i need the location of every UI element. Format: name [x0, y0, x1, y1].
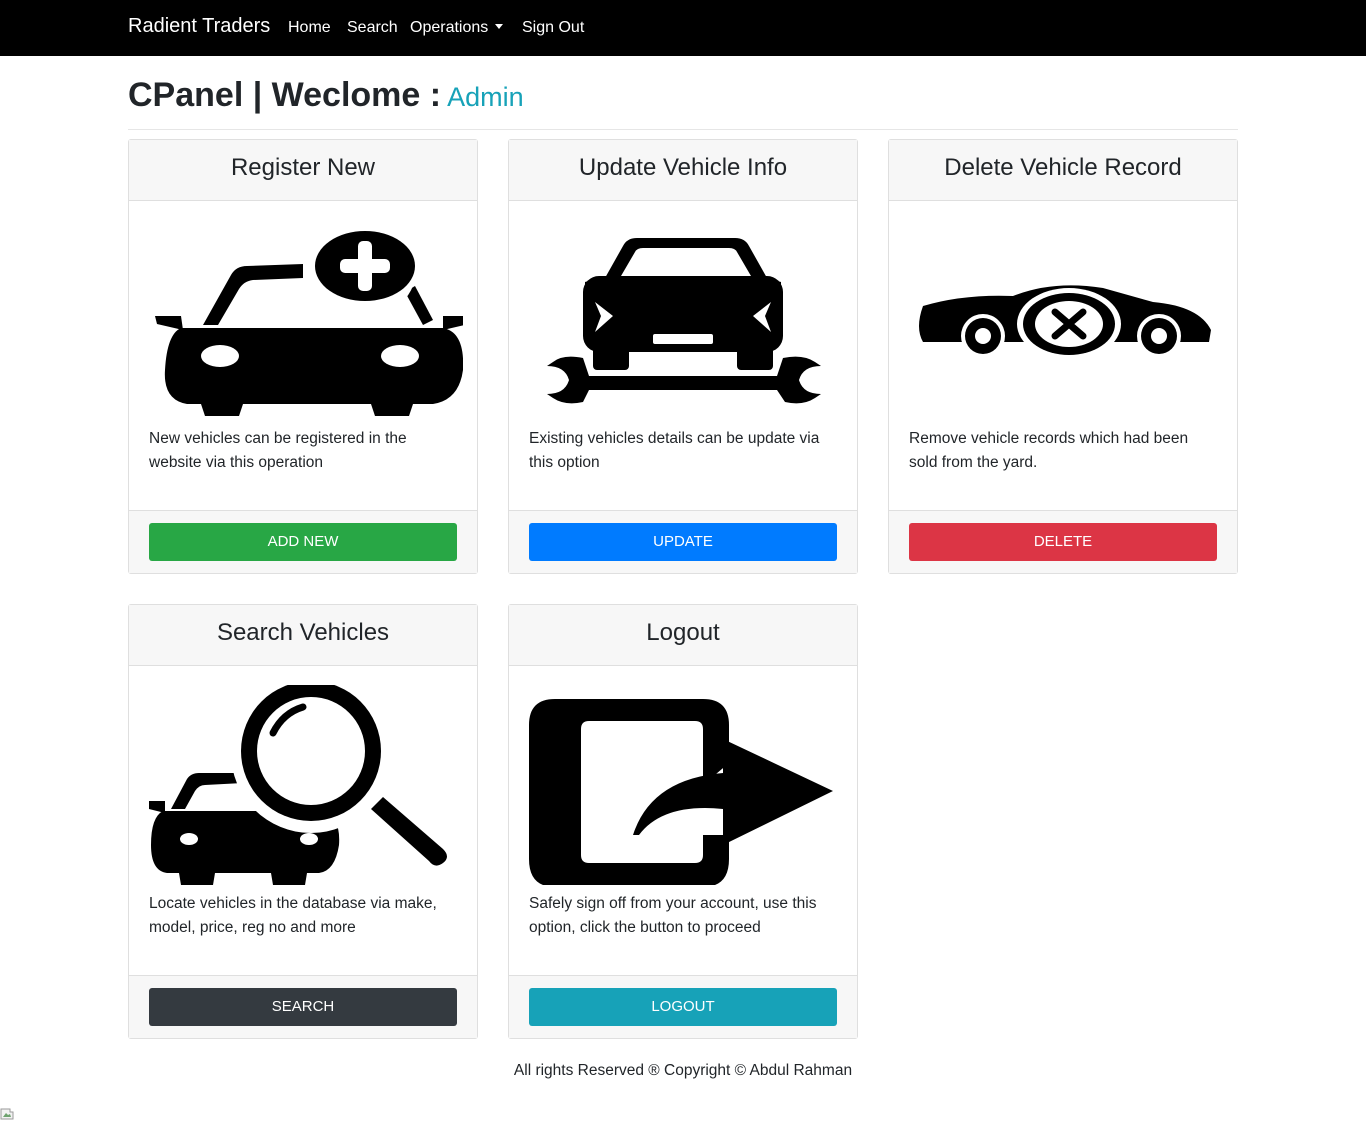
card-footer: LOGOUT — [509, 975, 857, 1038]
search-button[interactable]: SEARCH — [149, 988, 457, 1026]
delete-button[interactable]: DELETE — [909, 523, 1217, 561]
card-description: Locate vehicles in the database via make… — [149, 895, 437, 936]
card-description: Existing vehicles details can be update … — [529, 430, 820, 471]
card-description: New vehicles can be registered in the we… — [149, 430, 407, 471]
divider — [128, 129, 1238, 130]
broken-image-icon — [0, 1108, 14, 1120]
nav-link-signout[interactable]: Sign Out — [522, 19, 584, 37]
car-wrench-icon — [523, 220, 843, 420]
nav-operations-label: Operations — [410, 19, 489, 36]
add-new-button[interactable]: ADD NEW — [149, 523, 457, 561]
card-update: Update Vehicle Info Existing vehicles de… — [508, 139, 858, 574]
card-footer: DELETE — [889, 510, 1237, 573]
nav-link-search[interactable]: Search — [347, 19, 398, 37]
page-title: CPanel | Weclome : Admin — [128, 76, 524, 115]
car-add-icon — [143, 220, 463, 420]
navbar: Radient Traders Home Search Operations S… — [0, 0, 1366, 56]
card-logout: Logout Safely sign off from your account… — [508, 604, 858, 1039]
card-footer: SEARCH — [129, 975, 477, 1038]
car-search-icon — [143, 685, 463, 885]
update-button[interactable]: UPDATE — [529, 523, 837, 561]
card-title: Update Vehicle Info — [509, 140, 857, 201]
card-register: Register New New vehicles can be registe… — [128, 139, 478, 574]
card-footer: ADD NEW — [129, 510, 477, 573]
card-title: Search Vehicles — [129, 605, 477, 666]
logout-icon — [523, 685, 843, 885]
copyright-footer: All rights Reserved ® Copyright © Abdul … — [513, 1062, 853, 1079]
logout-button[interactable]: LOGOUT — [529, 988, 837, 1026]
card-title: Register New — [129, 140, 477, 201]
card-footer: UPDATE — [509, 510, 857, 573]
nav-link-home[interactable]: Home — [288, 19, 331, 37]
caret-down-icon — [495, 24, 504, 29]
card-delete: Delete Vehicle Record Remove vehicle rec… — [888, 139, 1238, 574]
admin-username: Admin — [447, 82, 524, 112]
card-search: Search Vehicles Locate vehicles in the d… — [128, 604, 478, 1039]
card-title: Delete Vehicle Record — [889, 140, 1237, 201]
brand-link[interactable]: Radient Traders — [128, 15, 270, 38]
card-description: Remove vehicle records which had been so… — [909, 430, 1189, 471]
page-title-text: CPanel | Weclome : — [128, 76, 442, 114]
card-title: Logout — [509, 605, 857, 666]
card-description: Safely sign off from your account, use t… — [529, 895, 817, 936]
nav-dropdown-operations[interactable]: Operations — [410, 19, 504, 37]
car-delete-icon — [903, 220, 1223, 420]
